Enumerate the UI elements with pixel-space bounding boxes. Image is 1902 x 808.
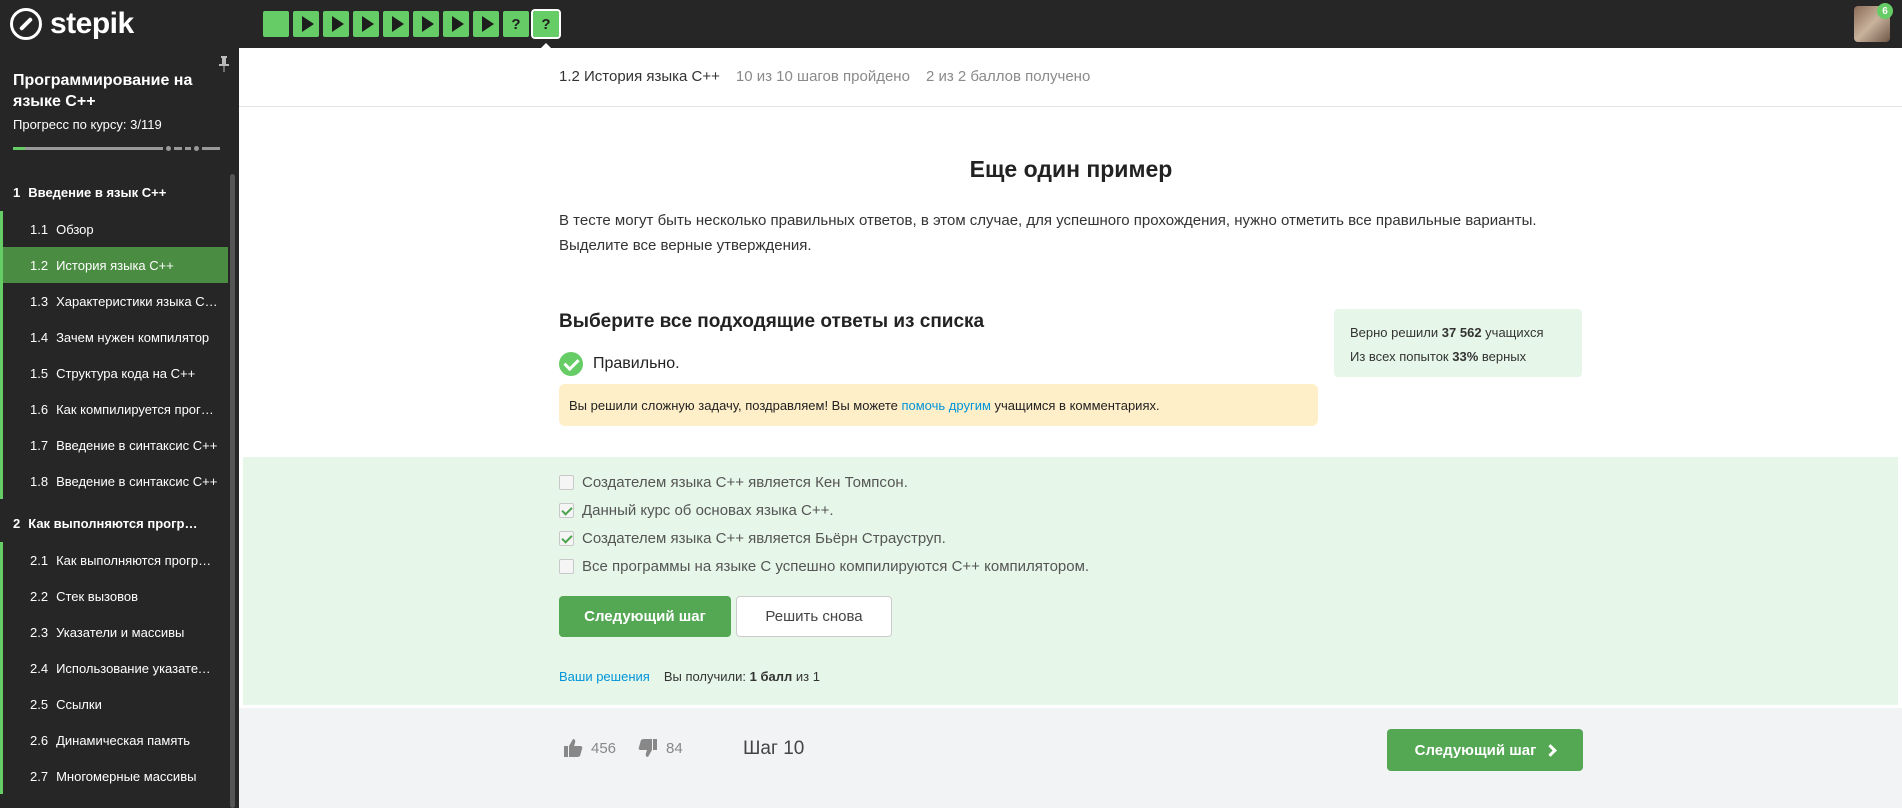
lesson-title: 1.2 История языка С++ bbox=[559, 68, 720, 85]
pin-icon[interactable] bbox=[218, 56, 230, 72]
option-2[interactable]: Данный курс об основах языка С++. bbox=[559, 502, 834, 519]
stepik-logo-icon bbox=[10, 8, 42, 40]
module-2[interactable]: 2 Как выполняются программы bbox=[0, 505, 228, 541]
quiz-status: Правильно. bbox=[559, 352, 680, 376]
sidebar-item-lesson-1-7[interactable]: 1.7 Введение в синтаксис С++ bbox=[0, 427, 228, 463]
step-tile-3[interactable] bbox=[323, 11, 349, 37]
sidebar-item-lesson-2-2[interactable]: 2.2 Стек вызовов bbox=[0, 578, 228, 614]
steps-done: 10 из 10 шагов пройдено bbox=[735, 68, 910, 85]
likes-count: 456 bbox=[591, 739, 617, 757]
option-checkbox[interactable] bbox=[559, 475, 574, 490]
option-3[interactable]: Создателем языка С++ является Бьёрн Стра… bbox=[559, 530, 946, 547]
course-title[interactable]: Программирование на языке С++ bbox=[13, 70, 213, 112]
step-number: Шаг 10 bbox=[743, 738, 805, 759]
course-progress: Прогресс по курсу: 3/119 bbox=[13, 117, 162, 132]
sidebar-item-lesson-1-5[interactable]: 1.5 Структура кода на С++ bbox=[0, 355, 228, 391]
sidebar-item-lesson-2-7[interactable]: 2.7 Многомерные массивы bbox=[0, 758, 228, 794]
course-sidebar: Программирование на языке С++ Прогресс п… bbox=[0, 48, 239, 808]
score: 2 из 2 баллов получено bbox=[925, 68, 1091, 85]
stepik-logo[interactable]: stepik bbox=[10, 6, 134, 42]
option-4[interactable]: Все программы на языке С успешно компили… bbox=[559, 558, 1089, 575]
attempts-percent: 33% bbox=[1452, 349, 1479, 364]
retry-button[interactable]: Решить снова bbox=[736, 596, 892, 637]
sidebar-item-lesson-1-8[interactable]: 1.8 Введение в синтаксис С++ bbox=[0, 463, 228, 499]
step-title: Еще один пример bbox=[969, 156, 1173, 182]
result-value: 1 балл bbox=[749, 669, 793, 684]
play-icon bbox=[301, 16, 314, 32]
option-checkbox[interactable] bbox=[559, 503, 574, 518]
step-tile-9[interactable]: ? bbox=[503, 11, 529, 37]
step-tile-5[interactable] bbox=[383, 11, 409, 37]
sidebar-item-lesson-2-5[interactable]: 2.5 Ссылки bbox=[0, 686, 228, 722]
chevron-right-icon bbox=[1544, 743, 1558, 757]
sidebar-item-lesson-1-1[interactable]: 1.1 Обзор bbox=[0, 211, 228, 247]
question-icon: ? bbox=[511, 15, 521, 33]
progress-label: Прогресс по курсу: bbox=[13, 117, 127, 132]
play-icon bbox=[331, 16, 344, 32]
your-solutions-link[interactable]: Ваши решения bbox=[559, 669, 650, 684]
play-icon bbox=[421, 16, 434, 32]
sidebar-item-lesson-1-3[interactable]: 1.3 Характеристики языка С++ bbox=[0, 283, 228, 319]
step-tile-10[interactable]: ? bbox=[531, 9, 561, 49]
step-tile-4[interactable] bbox=[353, 11, 379, 37]
thumbs-up-icon[interactable] bbox=[563, 738, 583, 758]
sidebar-scrollbar[interactable] bbox=[230, 174, 235, 808]
step-tile-7[interactable] bbox=[443, 11, 469, 37]
play-icon bbox=[361, 16, 374, 32]
sidebar-item-lesson-1-4[interactable]: 1.4 Зачем нужен компилятор bbox=[0, 319, 228, 355]
brand-name: stepik bbox=[50, 7, 134, 40]
status-text: Правильно. bbox=[593, 355, 680, 372]
lesson-header: 1.2 История языка С++ 10 из 10 шагов про… bbox=[559, 68, 1090, 85]
quiz-stats: Верно решили 37 562 учащихся Из всех поп… bbox=[1334, 309, 1582, 377]
play-icon bbox=[391, 16, 404, 32]
sidebar-item-lesson-2-3[interactable]: 2.3 Указатели и массивы bbox=[0, 614, 228, 650]
option-1[interactable]: Создателем языка С++ является Кен Томпсо… bbox=[559, 474, 908, 491]
step-tile-1[interactable] bbox=[263, 11, 289, 37]
thumbs-down-icon[interactable] bbox=[638, 738, 658, 758]
answers-panel bbox=[243, 457, 1898, 705]
progress-bar bbox=[13, 145, 225, 151]
step-tile-6[interactable] bbox=[413, 11, 439, 37]
option-checkbox[interactable] bbox=[559, 559, 574, 574]
step-footer bbox=[239, 708, 1902, 808]
play-icon bbox=[451, 16, 464, 32]
sidebar-item-lesson-1-2[interactable]: 1.2 История языка С++ bbox=[0, 247, 228, 283]
option-checkbox[interactable] bbox=[559, 531, 574, 546]
dislikes-count: 84 bbox=[666, 739, 683, 757]
check-circle-icon bbox=[559, 352, 583, 376]
quiz-title: Выберите все подходящие ответы из списка bbox=[559, 311, 985, 332]
next-step-button[interactable]: Следующий шаг bbox=[559, 596, 731, 637]
notification-badge: 6 bbox=[1877, 3, 1893, 19]
header-divider bbox=[239, 106, 1902, 107]
help-others-link[interactable]: помочь другим bbox=[901, 398, 990, 413]
solutions-row: Ваши решения Вы получили: 1 балл из 1 bbox=[559, 669, 820, 684]
question-icon: ? bbox=[541, 15, 551, 33]
footer-next-step-button[interactable]: Следующий шаг bbox=[1387, 729, 1583, 771]
sidebar-item-lesson-1-6[interactable]: 1.6Как компилируется программа bbox=[0, 391, 228, 427]
step-tile-2[interactable] bbox=[293, 11, 319, 37]
step-text: В тесте могут быть несколько правильных … bbox=[559, 212, 1537, 254]
play-icon bbox=[481, 16, 494, 32]
module-1[interactable]: 1 Введение в язык С++ bbox=[0, 174, 228, 210]
votes: 456 84 bbox=[563, 738, 683, 758]
congrats-notice: Вы решили сложную задачу, поздравляем! В… bbox=[559, 384, 1318, 426]
sidebar-item-lesson-2-1[interactable]: 2.1 Как выполняются программы bbox=[0, 542, 228, 578]
solved-count: 37 562 bbox=[1441, 325, 1482, 340]
sidebar-item-lesson-2-6[interactable]: 2.6 Динамическая память bbox=[0, 722, 228, 758]
step-tile-8[interactable] bbox=[473, 11, 499, 37]
sidebar-item-lesson-2-4[interactable]: 2.4 Использование указателей bbox=[0, 650, 228, 686]
step-navigation: ?? bbox=[263, 9, 561, 49]
progress-value: 3/119 bbox=[130, 117, 162, 132]
